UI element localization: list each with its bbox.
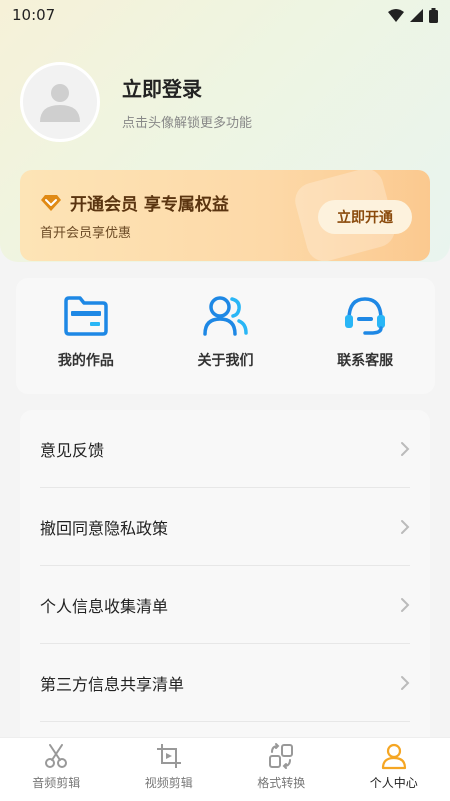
login-title[interactable]: 立即登录 bbox=[122, 73, 252, 102]
diamond-icon bbox=[40, 194, 62, 212]
shortcut-about-us[interactable]: 关于我们 bbox=[156, 278, 296, 394]
tab-label: 视频剪辑 bbox=[145, 774, 193, 791]
settings-menu: 意见反馈 撤回同意隐私政策 个人信息收集清单 第三方信息共享清单 bbox=[20, 410, 430, 750]
person-icon bbox=[380, 742, 408, 770]
tab-video-edit[interactable]: 视频剪辑 bbox=[113, 738, 226, 801]
profile-section: 立即登录 点击头像解锁更多功能 bbox=[20, 62, 252, 142]
signal-icon bbox=[410, 9, 423, 22]
menu-item-personal-info-list[interactable]: 个人信息收集清单 bbox=[40, 566, 410, 644]
convert-icon bbox=[267, 742, 295, 770]
avatar[interactable] bbox=[20, 62, 100, 142]
bottom-tab-bar: 音频剪辑 视频剪辑 格式转换 个人中心 bbox=[0, 737, 450, 801]
status-bar: 10:07 bbox=[0, 0, 450, 30]
vip-banner[interactable]: 开通会员 享专属权益 首开会员享优惠 立即开通 bbox=[20, 170, 430, 261]
menu-item-revoke-privacy[interactable]: 撤回同意隐私政策 bbox=[40, 488, 410, 566]
shortcut-my-works[interactable]: 我的作品 bbox=[16, 278, 156, 394]
chevron-right-icon bbox=[400, 597, 410, 613]
users-icon bbox=[202, 295, 250, 337]
chevron-right-icon bbox=[400, 519, 410, 535]
folder-icon bbox=[62, 295, 110, 337]
chevron-right-icon bbox=[400, 675, 410, 691]
tab-audio-edit[interactable]: 音频剪辑 bbox=[0, 738, 113, 801]
tab-personal-center[interactable]: 个人中心 bbox=[338, 738, 450, 801]
tab-label: 格式转换 bbox=[257, 774, 305, 791]
shortcuts-panel: 我的作品 关于我们 联系客服 bbox=[16, 278, 435, 394]
login-subtitle: 点击头像解锁更多功能 bbox=[122, 112, 252, 131]
menu-label: 意见反馈 bbox=[40, 437, 104, 461]
menu-label: 撤回同意隐私政策 bbox=[40, 515, 168, 539]
scissors-icon bbox=[42, 742, 70, 770]
video-edit-icon bbox=[155, 742, 183, 770]
shortcut-label: 联系客服 bbox=[337, 350, 393, 370]
tab-label: 个人中心 bbox=[370, 774, 418, 791]
shortcut-contact-support[interactable]: 联系客服 bbox=[295, 278, 435, 394]
tab-format-convert[interactable]: 格式转换 bbox=[225, 738, 338, 801]
chevron-right-icon bbox=[400, 441, 410, 457]
headset-icon bbox=[341, 295, 389, 337]
vip-subtitle: 首开会员享优惠 bbox=[40, 222, 131, 241]
vip-open-button[interactable]: 立即开通 bbox=[318, 200, 412, 234]
shortcut-label: 我的作品 bbox=[58, 350, 114, 370]
avatar-placeholder-icon bbox=[38, 80, 82, 124]
tab-label: 音频剪辑 bbox=[32, 774, 80, 791]
shortcut-label: 关于我们 bbox=[198, 350, 254, 370]
menu-item-third-party-sharing[interactable]: 第三方信息共享清单 bbox=[40, 644, 410, 722]
status-time: 10:07 bbox=[12, 6, 55, 24]
battery-icon bbox=[429, 8, 438, 23]
menu-item-feedback[interactable]: 意见反馈 bbox=[40, 410, 410, 488]
menu-label: 个人信息收集清单 bbox=[40, 593, 168, 617]
menu-label: 第三方信息共享清单 bbox=[40, 671, 184, 695]
vip-title: 开通会员 享专属权益 bbox=[70, 190, 229, 215]
wifi-icon bbox=[388, 9, 404, 22]
